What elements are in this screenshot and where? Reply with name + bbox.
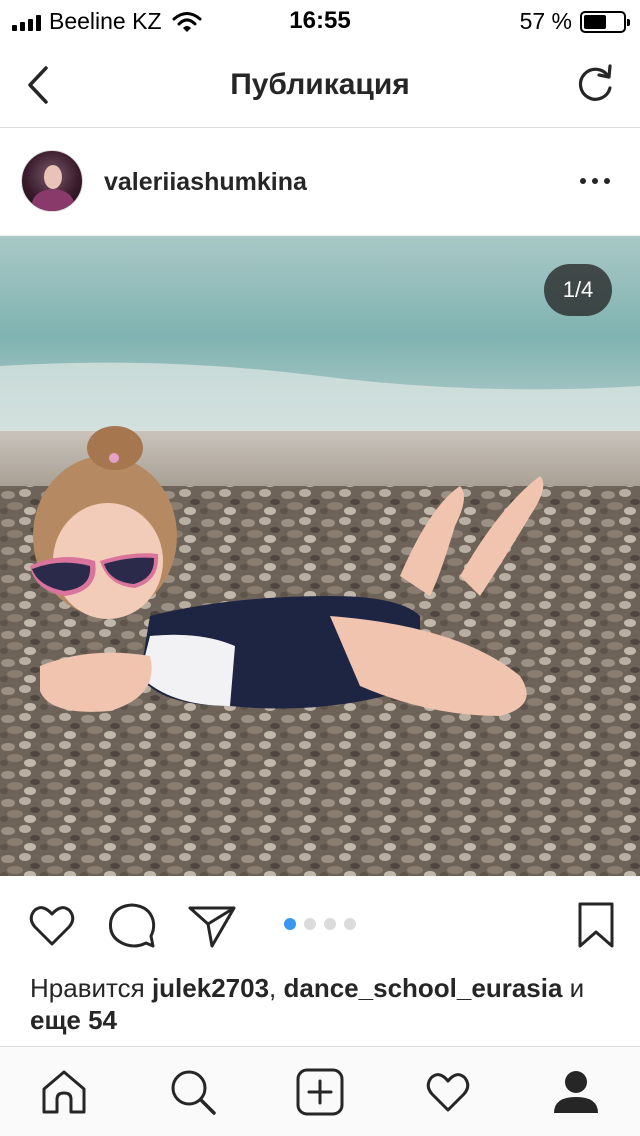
carousel-dot: [284, 918, 296, 930]
likes-text: Нравится julek2703, dance_school_eurasia…: [30, 972, 620, 1036]
profile-icon[interactable]: [551, 1067, 601, 1117]
likes-and: и: [562, 973, 585, 1003]
avatar[interactable]: [21, 150, 83, 212]
page-title: Публикация: [230, 68, 410, 101]
carousel-dot: [304, 918, 316, 930]
carousel-dot: [344, 918, 356, 930]
likes-separator: ,: [269, 973, 284, 1003]
send-icon[interactable]: [186, 900, 238, 952]
comment-icon[interactable]: [106, 900, 158, 952]
battery-level-fill: [584, 14, 606, 29]
image-counter-badge: 1/4: [544, 264, 612, 316]
refresh-icon[interactable]: [572, 62, 618, 108]
post-username[interactable]: valeriiashumkina: [104, 168, 307, 197]
more-horizontal-icon[interactable]: [580, 174, 610, 188]
activity-heart-icon[interactable]: [423, 1067, 473, 1117]
post-photo[interactable]: 1/4: [0, 236, 640, 876]
add-post-icon[interactable]: [295, 1067, 345, 1117]
battery-icon: [580, 10, 630, 33]
battery-status: 57 %: [519, 8, 630, 35]
post-header: valeriiashumkina: [0, 128, 640, 236]
bookmark-icon[interactable]: [576, 900, 616, 952]
liker-username-2[interactable]: dance_school_eurasia: [284, 973, 563, 1003]
battery-percent: 57 %: [519, 8, 572, 34]
search-icon[interactable]: [168, 1067, 218, 1117]
bottom-tab-bar: [0, 1046, 640, 1136]
nav-header: Публикация: [0, 42, 640, 128]
status-bar: Beeline KZ 16:55 57 %: [0, 0, 640, 42]
likes-prefix: Нравится: [30, 973, 152, 1003]
liker-username-1[interactable]: julek2703: [152, 973, 269, 1003]
carousel-dots: [284, 918, 356, 930]
likes-more-link[interactable]: еще 54: [30, 1005, 117, 1035]
home-icon[interactable]: [39, 1067, 89, 1117]
carousel-dot: [324, 918, 336, 930]
heart-icon[interactable]: [26, 900, 78, 952]
beach-photo-image: [0, 236, 640, 876]
post-actions: [0, 876, 640, 972]
